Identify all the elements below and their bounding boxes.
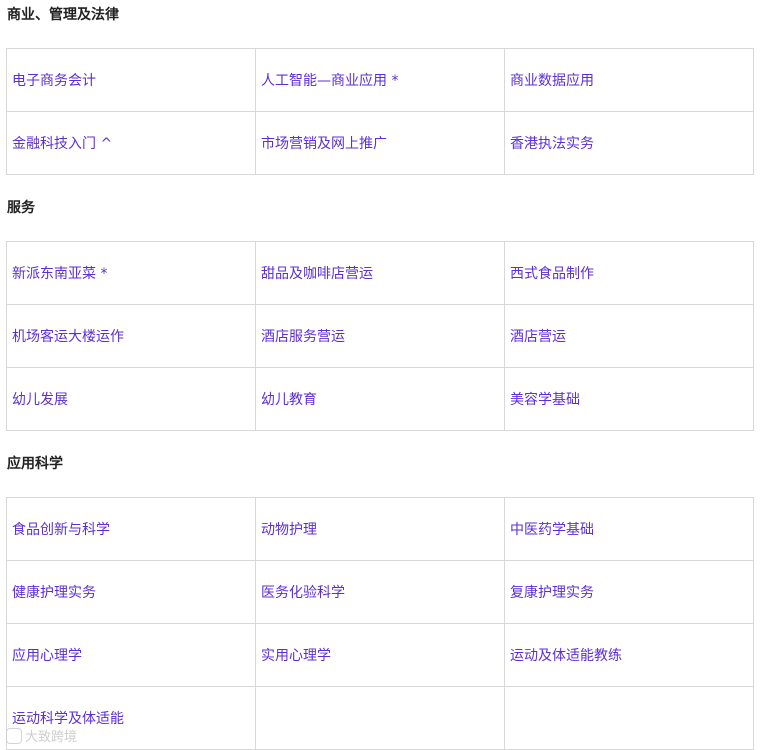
watermark: 大致跨境	[6, 726, 77, 745]
course-link[interactable]: 机场客运大楼运作	[12, 329, 124, 345]
course-cell[interactable]: 人工智能—商业应用 *	[255, 48, 505, 112]
course-link[interactable]: 复康护理实务	[510, 585, 594, 601]
table-row: 健康护理实务 医务化验科学 复康护理实务	[6, 560, 754, 624]
course-link[interactable]: 幼儿教育	[261, 392, 317, 408]
course-link[interactable]: 酒店服务营运	[261, 329, 345, 345]
course-cell[interactable]: 复康护理实务	[504, 560, 754, 624]
course-cell[interactable]: 西式食品制作	[504, 241, 754, 305]
empty-cell	[504, 686, 754, 750]
empty-cell	[255, 686, 505, 750]
section-title-business: 商业、管理及法律	[7, 7, 119, 23]
course-cell[interactable]: 电子商务会计	[6, 48, 256, 112]
course-link[interactable]: 酒店营运	[510, 329, 566, 345]
course-cell[interactable]: 幼儿发展	[6, 367, 256, 431]
course-link[interactable]: 中医药学基础	[510, 522, 594, 538]
table-row: 金融科技入门 ^ 市场营销及网上推广 香港执法实务	[6, 111, 754, 175]
course-link[interactable]: 幼儿发展	[12, 392, 68, 408]
course-link[interactable]: 运动科学及体适能	[12, 711, 124, 727]
course-cell[interactable]: 金融科技入门 ^	[6, 111, 256, 175]
section-title-applied-science: 应用科学	[7, 456, 63, 472]
course-cell[interactable]: 动物护理	[255, 497, 505, 561]
course-link[interactable]: 西式食品制作	[510, 266, 594, 282]
course-link[interactable]: 新派东南亚菜 *	[12, 266, 107, 282]
course-cell[interactable]: 医务化验科学	[255, 560, 505, 624]
table-row: 幼儿发展 幼儿教育 美容学基础	[6, 367, 754, 431]
course-link[interactable]: 实用心理学	[261, 648, 331, 664]
course-table-applied-science: 食品创新与科学 动物护理 中医药学基础 健康护理实务 医务化验科学 复康护理实务…	[6, 497, 754, 750]
table-row: 新派东南亚菜 * 甜品及咖啡店营运 西式食品制作	[6, 241, 754, 305]
table-row: 食品创新与科学 动物护理 中医药学基础	[6, 497, 754, 561]
course-cell[interactable]: 酒店营运	[504, 304, 754, 368]
course-cell[interactable]: 甜品及咖啡店营运	[255, 241, 505, 305]
course-link[interactable]: 市场营销及网上推广	[261, 136, 387, 152]
course-cell[interactable]: 运动及体适能教练	[504, 623, 754, 687]
course-cell[interactable]: 中医药学基础	[504, 497, 754, 561]
course-link[interactable]: 应用心理学	[12, 648, 82, 664]
course-cell[interactable]: 幼儿教育	[255, 367, 505, 431]
course-link[interactable]: 动物护理	[261, 522, 317, 538]
course-link[interactable]: 医务化验科学	[261, 585, 345, 601]
course-cell[interactable]: 新派东南亚菜 *	[6, 241, 256, 305]
course-link[interactable]: 运动及体适能教练	[510, 648, 622, 664]
table-row: 应用心理学 实用心理学 运动及体适能教练	[6, 623, 754, 687]
course-link[interactable]: 人工智能—商业应用 *	[261, 73, 398, 89]
table-row: 运动科学及体适能	[6, 686, 754, 750]
course-cell[interactable]: 酒店服务营运	[255, 304, 505, 368]
section-title-services: 服务	[7, 200, 35, 216]
table-row: 电子商务会计 人工智能—商业应用 * 商业数据应用	[6, 48, 754, 112]
course-cell[interactable]: 健康护理实务	[6, 560, 256, 624]
course-table-services: 新派东南亚菜 * 甜品及咖啡店营运 西式食品制作 机场客运大楼运作 酒店服务营运…	[6, 241, 754, 431]
watermark-text: 大致跨境	[25, 730, 78, 745]
watermark-logo-icon	[6, 727, 22, 744]
course-link[interactable]: 美容学基础	[510, 392, 580, 408]
course-link[interactable]: 健康护理实务	[12, 585, 96, 601]
course-cell[interactable]: 市场营销及网上推广	[255, 111, 505, 175]
course-table-business: 电子商务会计 人工智能—商业应用 * 商业数据应用 金融科技入门 ^ 市场营销及…	[6, 48, 754, 175]
course-cell[interactable]: 食品创新与科学	[6, 497, 256, 561]
course-link[interactable]: 甜品及咖啡店营运	[261, 266, 373, 282]
course-link[interactable]: 金融科技入门 ^	[12, 136, 112, 152]
course-link[interactable]: 香港执法实务	[510, 136, 594, 152]
course-link[interactable]: 电子商务会计	[12, 73, 96, 89]
course-cell[interactable]: 美容学基础	[504, 367, 754, 431]
table-row: 机场客运大楼运作 酒店服务营运 酒店营运	[6, 304, 754, 368]
course-link[interactable]: 食品创新与科学	[12, 522, 110, 538]
course-cell[interactable]: 香港执法实务	[504, 111, 754, 175]
course-cell[interactable]: 应用心理学	[6, 623, 256, 687]
course-cell[interactable]: 机场客运大楼运作	[6, 304, 256, 368]
course-link[interactable]: 商业数据应用	[510, 73, 594, 89]
course-cell[interactable]: 实用心理学	[255, 623, 505, 687]
course-cell[interactable]: 商业数据应用	[504, 48, 754, 112]
